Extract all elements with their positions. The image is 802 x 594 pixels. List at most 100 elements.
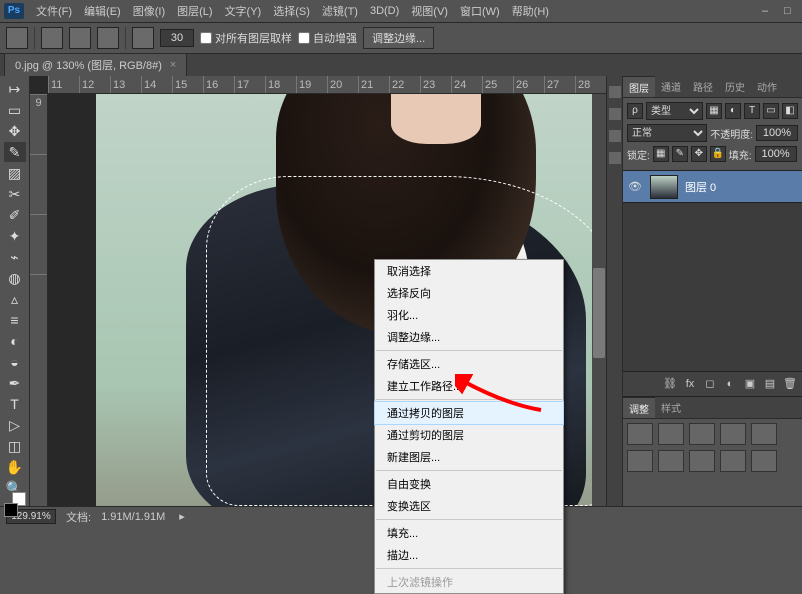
tool-dodge[interactable]: ◒ bbox=[4, 352, 26, 372]
visibility-toggle-icon[interactable]: 👁 bbox=[623, 180, 647, 193]
adjustment-preset-icon[interactable] bbox=[751, 423, 777, 445]
scrollbar-thumb[interactable] bbox=[593, 268, 605, 358]
selection-new-icon[interactable] bbox=[41, 27, 63, 49]
fill-input[interactable] bbox=[755, 146, 797, 162]
menu-image[interactable]: 图像(I) bbox=[127, 3, 171, 19]
new-group-icon[interactable]: ▣ bbox=[742, 376, 758, 392]
tool-history-brush[interactable]: ◍ bbox=[4, 268, 26, 288]
tab-layers[interactable]: 图层 bbox=[623, 76, 655, 97]
sample-all-layers-checkbox[interactable]: 对所有图层取样 bbox=[200, 30, 292, 46]
foreground-color-swatch[interactable] bbox=[4, 503, 18, 517]
close-tab-icon[interactable]: × bbox=[170, 59, 176, 71]
tool-crop[interactable]: ▨ bbox=[4, 163, 26, 183]
checkbox-icon[interactable] bbox=[298, 32, 310, 44]
refine-edge-button[interactable]: 调整边缘... bbox=[363, 27, 434, 49]
tool-blur[interactable]: ◐ bbox=[4, 331, 26, 351]
tool-eraser[interactable]: ▵ bbox=[4, 289, 26, 309]
layer-row[interactable]: 👁 图层 0 bbox=[623, 171, 802, 203]
checkbox-icon[interactable] bbox=[200, 32, 212, 44]
maximize-icon[interactable]: □ bbox=[784, 5, 794, 15]
lock-all-icon[interactable]: 🔒 bbox=[710, 146, 726, 162]
brush-size-icon[interactable] bbox=[132, 27, 154, 49]
layer-name[interactable]: 图层 0 bbox=[681, 179, 716, 195]
tool-shape[interactable]: ◫ bbox=[4, 436, 26, 456]
menu-select-inverse[interactable]: 选择反向 bbox=[375, 282, 563, 304]
tool-marquee[interactable]: ▭ bbox=[4, 100, 26, 120]
collapsed-panel-icon[interactable] bbox=[609, 108, 621, 120]
tool-lasso[interactable]: ✥ bbox=[4, 121, 26, 141]
menu-layer[interactable]: 图层(L) bbox=[171, 3, 218, 19]
filter-text-icon[interactable]: T bbox=[744, 103, 760, 119]
menu-feather[interactable]: 羽化... bbox=[375, 304, 563, 326]
adjustment-preset-icon[interactable] bbox=[658, 423, 684, 445]
adjustment-preset-icon[interactable] bbox=[720, 450, 746, 472]
adjustment-preset-icon[interactable] bbox=[720, 423, 746, 445]
layer-mask-icon[interactable]: ◻ bbox=[702, 376, 718, 392]
menu-layer-via-cut[interactable]: 通过剪切的图层 bbox=[375, 424, 563, 446]
tool-brush[interactable]: ✦ bbox=[4, 226, 26, 246]
menu-make-work-path[interactable]: 建立工作路径... bbox=[375, 375, 563, 397]
tool-gradient[interactable]: ≡ bbox=[4, 310, 26, 330]
tool-healing[interactable]: ✐ bbox=[4, 205, 26, 225]
menu-view[interactable]: 视图(V) bbox=[405, 3, 454, 19]
tolerance-input[interactable] bbox=[160, 29, 194, 47]
menu-window[interactable]: 窗口(W) bbox=[454, 3, 506, 19]
menu-3d[interactable]: 3D(D) bbox=[364, 5, 405, 17]
layer-kind-select[interactable]: 类型 bbox=[646, 102, 703, 120]
menu-type[interactable]: 文字(Y) bbox=[219, 3, 268, 19]
lock-image-icon[interactable]: ✎ bbox=[672, 146, 688, 162]
tab-styles[interactable]: 样式 bbox=[655, 397, 687, 418]
document-tab[interactable]: 0.jpg @ 130% (图层, RGB/8#) × bbox=[4, 53, 187, 76]
tool-text[interactable]: T bbox=[4, 394, 26, 414]
delete-layer-icon[interactable]: 🗑 bbox=[782, 376, 798, 392]
tool-stamp[interactable]: ⌁ bbox=[4, 247, 26, 267]
tool-move[interactable]: ↦ bbox=[4, 79, 26, 99]
menu-layer-via-copy[interactable]: 通过拷贝的图层 bbox=[375, 402, 563, 424]
minimize-icon[interactable]: – bbox=[762, 5, 772, 15]
filter-pixel-icon[interactable]: ▦ bbox=[706, 103, 722, 119]
adjustment-preset-icon[interactable] bbox=[689, 450, 715, 472]
tool-preset-icon[interactable] bbox=[6, 27, 28, 49]
layer-style-icon[interactable]: fx bbox=[682, 376, 698, 392]
lock-position-icon[interactable]: ✥ bbox=[691, 146, 707, 162]
menu-select[interactable]: 选择(S) bbox=[267, 3, 316, 19]
menu-new-layer[interactable]: 新建图层... bbox=[375, 446, 563, 468]
menu-file[interactable]: 文件(F) bbox=[30, 3, 78, 19]
menu-help[interactable]: 帮助(H) bbox=[506, 3, 555, 19]
tab-actions[interactable]: 动作 bbox=[751, 76, 783, 97]
menu-edit[interactable]: 编辑(E) bbox=[78, 3, 127, 19]
opacity-input[interactable] bbox=[756, 125, 798, 141]
collapsed-panel-icon[interactable] bbox=[609, 152, 621, 164]
tool-pen[interactable]: ✒ bbox=[4, 373, 26, 393]
adjustment-preset-icon[interactable] bbox=[627, 423, 653, 445]
filter-smart-icon[interactable]: ◧ bbox=[782, 103, 798, 119]
tool-hand[interactable]: ✋ bbox=[4, 457, 26, 477]
tab-paths[interactable]: 路径 bbox=[687, 76, 719, 97]
vertical-scrollbar[interactable] bbox=[592, 94, 606, 506]
menu-filter[interactable]: 滤镜(T) bbox=[316, 3, 364, 19]
adjustment-preset-icon[interactable] bbox=[627, 450, 653, 472]
selection-add-icon[interactable] bbox=[69, 27, 91, 49]
filter-shape-icon[interactable]: ▭ bbox=[763, 103, 779, 119]
filter-kind-icon[interactable]: ρ bbox=[627, 103, 643, 119]
tool-quick-select[interactable]: ✎ bbox=[4, 142, 26, 162]
adjustment-preset-icon[interactable] bbox=[658, 450, 684, 472]
layer-thumbnail[interactable] bbox=[650, 175, 678, 199]
tool-eyedropper[interactable]: ✂ bbox=[4, 184, 26, 204]
tool-path-select[interactable]: ▷ bbox=[4, 415, 26, 435]
selection-sub-icon[interactable] bbox=[97, 27, 119, 49]
adjustment-preset-icon[interactable] bbox=[751, 450, 777, 472]
doc-size-chevron-icon[interactable]: ▸ bbox=[179, 510, 185, 523]
color-swatches[interactable] bbox=[4, 503, 26, 506]
collapsed-panel-icon[interactable] bbox=[609, 86, 621, 98]
tab-adjustments[interactable]: 调整 bbox=[623, 397, 655, 418]
menu-save-selection[interactable]: 存储选区... bbox=[375, 353, 563, 375]
link-layers-icon[interactable]: ⛓ bbox=[662, 376, 678, 392]
menu-deselect[interactable]: 取消选择 bbox=[375, 260, 563, 282]
collapsed-panel-icon[interactable] bbox=[609, 130, 621, 142]
auto-enhance-checkbox[interactable]: 自动增强 bbox=[298, 30, 357, 46]
menu-free-transform[interactable]: 自由变换 bbox=[375, 473, 563, 495]
tab-history[interactable]: 历史 bbox=[719, 76, 751, 97]
menu-refine-edge[interactable]: 调整边缘... bbox=[375, 326, 563, 348]
menu-transform-sel[interactable]: 变换选区 bbox=[375, 495, 563, 517]
